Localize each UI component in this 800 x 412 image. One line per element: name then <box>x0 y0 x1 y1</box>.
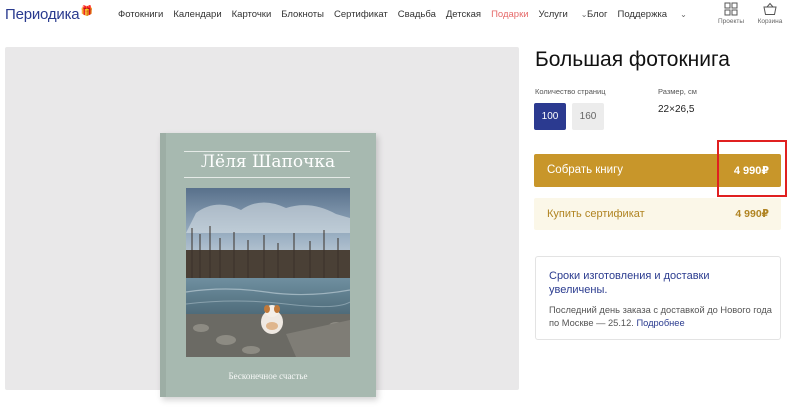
nav-item-kids[interactable]: Детская <box>446 9 481 20</box>
logo[interactable]: Периодика🎁 <box>5 6 93 23</box>
cart-link[interactable]: Корзина <box>752 2 788 25</box>
projects-label: Проекты <box>717 18 745 25</box>
cart-label: Корзина <box>757 18 783 25</box>
notice-body: Последний день заказа с доставкой до Нов… <box>549 304 774 330</box>
basket-icon <box>763 2 777 15</box>
product-photo: Лёля Шапочка Бесконечное счастье <box>5 47 519 397</box>
build-book-label: Собрать книгу <box>547 164 624 176</box>
more-link[interactable]: Подробнее <box>636 318 684 328</box>
dog <box>261 305 283 334</box>
nav-item-wedding[interactable]: Свадьба <box>398 9 436 20</box>
size-value: 22×26,5 <box>658 104 695 115</box>
nav-item-blog[interactable]: Блог <box>587 9 608 20</box>
nav-item-notebooks[interactable]: Блокноты <box>281 9 324 20</box>
logo-text: Периодика <box>5 6 80 23</box>
pages-label: Количество страниц <box>535 87 606 96</box>
main-nav: Фотокниги Календари Карточки Блокноты Се… <box>118 0 607 28</box>
projects-link[interactable]: Проекты <box>713 2 749 25</box>
nav-item-support-label: Поддержка <box>617 8 668 20</box>
cover-title: Лёля Шапочка <box>200 152 336 172</box>
cover-subtitle: Бесконечное счастье <box>228 371 308 381</box>
pages-option-160[interactable]: 160 <box>572 103 604 130</box>
nav-item-cards[interactable]: Карточки <box>232 9 272 20</box>
gift-icon: 🎁 <box>80 6 93 17</box>
buy-certificate-label: Купить сертификат <box>547 208 645 220</box>
cover-photo <box>186 188 350 357</box>
nav-item-support[interactable]: Поддержка ⌄ <box>618 9 697 20</box>
price-highlight-box <box>717 140 787 197</box>
nav-item-calendars[interactable]: Календари <box>173 9 221 20</box>
site-header: Периодика🎁 Фотокниги Календари Карточки … <box>0 0 800 34</box>
pages-option-100[interactable]: 100 <box>534 103 566 130</box>
photobook-mockup: Лёля Шапочка Бесконечное счастье <box>160 133 376 397</box>
product-title: Большая фотокнига <box>535 48 730 71</box>
projects-icon <box>724 2 738 16</box>
nav-item-certificate[interactable]: Сертификат <box>334 9 388 20</box>
secondary-nav: Блог Поддержка ⌄ <box>587 0 707 28</box>
buy-certificate-price: 4 990₽ <box>735 208 769 220</box>
nav-item-gifts[interactable]: Подарки <box>491 9 528 20</box>
size-label: Размер, см <box>658 87 697 96</box>
cover-divider <box>184 177 350 178</box>
chevron-down-icon: ⌄ <box>680 9 687 19</box>
delivery-notice: Сроки изготовления и доставки увеличены.… <box>535 256 781 340</box>
nav-item-photobooks[interactable]: Фотокниги <box>118 9 163 20</box>
notice-heading: Сроки изготовления и доставки увеличены. <box>549 270 710 296</box>
landscape-photo <box>186 188 350 357</box>
buy-certificate-button[interactable]: Купить сертификат 4 990₽ <box>534 198 781 230</box>
nav-item-services-label: Услуги <box>538 8 568 20</box>
